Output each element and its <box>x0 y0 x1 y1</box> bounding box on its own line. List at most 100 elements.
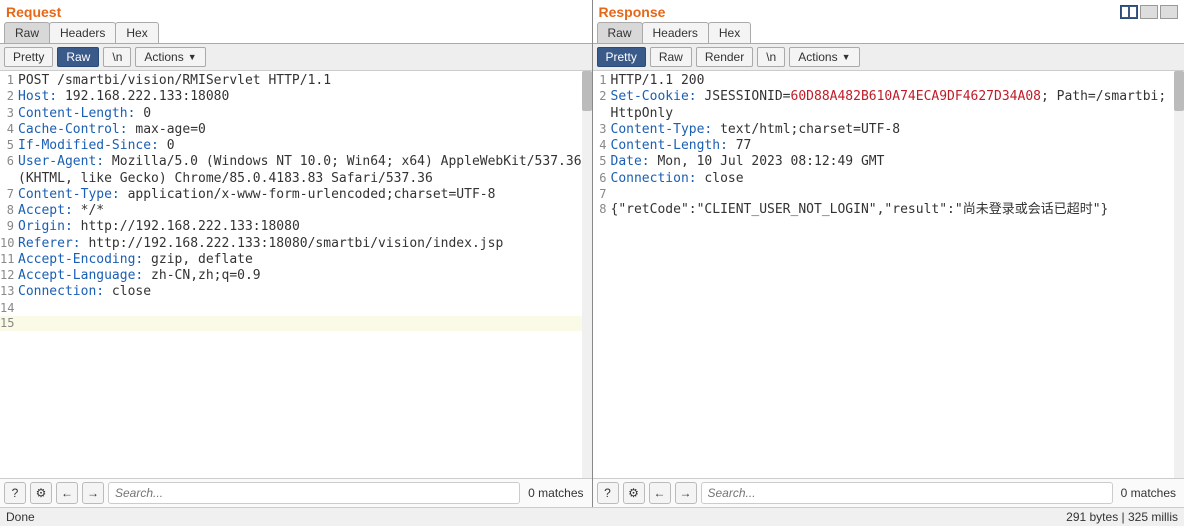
actions-label: Actions <box>144 50 183 64</box>
line-text: Accept: */* <box>18 203 592 219</box>
search-input[interactable] <box>108 482 520 504</box>
line-text: Origin: http://192.168.222.133:18080 <box>18 219 592 235</box>
line-text: Connection: close <box>18 284 592 300</box>
line-number: 14 <box>0 301 18 316</box>
line-number: 13 <box>0 284 18 300</box>
code-line[interactable]: 8Accept: */* <box>0 203 592 219</box>
code-line[interactable]: 11Accept-Encoding: gzip, deflate <box>0 252 592 268</box>
tab-raw[interactable]: Raw <box>4 22 50 43</box>
line-number: 12 <box>0 268 18 284</box>
arrow-right-icon[interactable]: → <box>82 482 104 504</box>
code-line[interactable]: 5Date: Mon, 10 Jul 2023 08:12:49 GMT <box>593 154 1184 170</box>
response-maintabs: Raw Headers Hex <box>593 22 1184 44</box>
code-line[interactable]: 2Host: 192.168.222.133:18080 <box>0 89 592 105</box>
code-line[interactable]: 8{"retCode":"CLIENT_USER_NOT_LOGIN","res… <box>593 202 1184 218</box>
tab-hex[interactable]: Hex <box>708 22 751 43</box>
code-line[interactable]: 7Content-Type: application/x-www-form-ur… <box>0 187 592 203</box>
match-count: 0 matches <box>1117 486 1180 500</box>
response-header: Response <box>593 0 1184 22</box>
code-line[interactable]: 5If-Modified-Since: 0 <box>0 138 592 154</box>
line-number: 1 <box>0 73 18 89</box>
line-number: 2 <box>0 89 18 105</box>
line-number: 6 <box>0 154 18 187</box>
newline-button[interactable]: \n <box>103 47 131 67</box>
line-text <box>611 187 1184 202</box>
code-line[interactable]: 3Content-Type: text/html;charset=UTF-8 <box>593 122 1184 138</box>
request-bottombar: ? ⚙ ← → 0 matches <box>0 478 592 507</box>
line-text: Connection: close <box>611 171 1184 187</box>
tab-headers[interactable]: Headers <box>642 22 709 43</box>
status-bar: Done 291 bytes | 325 millis <box>0 508 1184 526</box>
gear-icon[interactable]: ⚙ <box>623 482 645 504</box>
line-text: Host: 192.168.222.133:18080 <box>18 89 592 105</box>
line-text: Content-Length: 77 <box>611 138 1184 154</box>
code-line[interactable]: 15 <box>0 316 592 331</box>
line-number: 5 <box>0 138 18 154</box>
line-number: 9 <box>0 219 18 235</box>
line-text: Accept-Encoding: gzip, deflate <box>18 252 592 268</box>
line-number: 5 <box>593 154 611 170</box>
scrollbar-track[interactable] <box>582 71 592 478</box>
newline-button[interactable]: \n <box>757 47 785 67</box>
code-line[interactable]: 9Origin: http://192.168.222.133:18080 <box>0 219 592 235</box>
response-panel: Response Raw Headers Hex Pretty Raw Rend… <box>593 0 1184 507</box>
code-line[interactable]: 1HTTP/1.1 200 <box>593 73 1184 89</box>
line-number: 15 <box>0 316 18 331</box>
scrollbar-thumb[interactable] <box>1174 71 1184 111</box>
arrow-left-icon[interactable]: ← <box>56 482 78 504</box>
code-line[interactable]: 14 <box>0 301 592 316</box>
line-number: 2 <box>593 89 611 122</box>
scrollbar-thumb[interactable] <box>582 71 592 111</box>
request-content[interactable]: 1POST /smartbi/vision/RMIServlet HTTP/1.… <box>0 71 592 478</box>
request-subbar: Pretty Raw \n Actions ▼ <box>0 44 592 71</box>
line-text: Content-Type: text/html;charset=UTF-8 <box>611 122 1184 138</box>
code-line[interactable]: 6Connection: close <box>593 171 1184 187</box>
scrollbar-track[interactable] <box>1174 71 1184 478</box>
response-bottombar: ? ⚙ ← → 0 matches <box>593 478 1184 507</box>
chevron-down-icon: ▼ <box>842 52 851 62</box>
response-subbar: Pretty Raw Render \n Actions ▼ <box>593 44 1184 71</box>
line-number: 6 <box>593 171 611 187</box>
code-line[interactable]: 6User-Agent: Mozilla/5.0 (Windows NT 10.… <box>0 154 592 187</box>
tab-raw[interactable]: Raw <box>597 22 643 43</box>
code-line[interactable]: 3Content-Length: 0 <box>0 106 592 122</box>
line-text <box>18 316 592 331</box>
help-icon[interactable]: ? <box>4 482 26 504</box>
line-text: Content-Type: application/x-www-form-url… <box>18 187 592 203</box>
render-button[interactable]: Render <box>696 47 753 67</box>
request-maintabs: Raw Headers Hex <box>0 22 592 44</box>
code-line[interactable]: 10Referer: http://192.168.222.133:18080/… <box>0 236 592 252</box>
search-input[interactable] <box>701 482 1113 504</box>
code-line[interactable]: 12Accept-Language: zh-CN,zh;q=0.9 <box>0 268 592 284</box>
match-count: 0 matches <box>524 486 587 500</box>
actions-dropdown[interactable]: Actions ▼ <box>789 47 859 67</box>
code-line[interactable]: 7 <box>593 187 1184 202</box>
line-text: HTTP/1.1 200 <box>611 73 1184 89</box>
layout-rows-icon[interactable] <box>1140 5 1158 19</box>
layout-columns-icon[interactable] <box>1120 5 1138 19</box>
code-line[interactable]: 1POST /smartbi/vision/RMIServlet HTTP/1.… <box>0 73 592 89</box>
actions-dropdown[interactable]: Actions ▼ <box>135 47 205 67</box>
line-number: 1 <box>593 73 611 89</box>
pretty-button[interactable]: Pretty <box>4 47 53 67</box>
line-text: Referer: http://192.168.222.133:18080/sm… <box>18 236 592 252</box>
code-line[interactable]: 4Content-Length: 77 <box>593 138 1184 154</box>
arrow-right-icon[interactable]: → <box>675 482 697 504</box>
gear-icon[interactable]: ⚙ <box>30 482 52 504</box>
line-text: User-Agent: Mozilla/5.0 (Windows NT 10.0… <box>18 154 592 187</box>
tab-headers[interactable]: Headers <box>49 22 116 43</box>
raw-button[interactable]: Raw <box>650 47 692 67</box>
response-content[interactable]: 1HTTP/1.1 2002Set-Cookie: JSESSIONID=60D… <box>593 71 1184 478</box>
actions-label: Actions <box>798 50 837 64</box>
tab-hex[interactable]: Hex <box>115 22 158 43</box>
main-container: Request Raw Headers Hex Pretty Raw \n Ac… <box>0 0 1184 508</box>
line-number: 4 <box>0 122 18 138</box>
raw-button[interactable]: Raw <box>57 47 99 67</box>
code-line[interactable]: 13Connection: close <box>0 284 592 300</box>
pretty-button[interactable]: Pretty <box>597 47 646 67</box>
code-line[interactable]: 2Set-Cookie: JSESSIONID=60D88A482B610A74… <box>593 89 1184 122</box>
help-icon[interactable]: ? <box>597 482 619 504</box>
arrow-left-icon[interactable]: ← <box>649 482 671 504</box>
code-line[interactable]: 4Cache-Control: max-age=0 <box>0 122 592 138</box>
layout-single-icon[interactable] <box>1160 5 1178 19</box>
